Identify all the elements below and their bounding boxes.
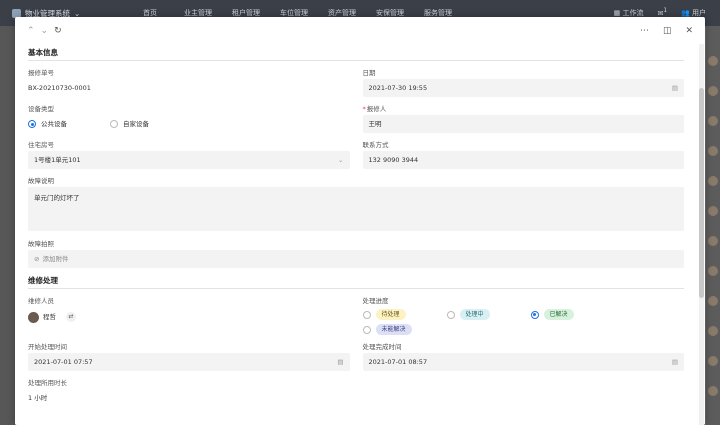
progress-label: 处理进度 [362,297,389,305]
radio-unselected-icon [446,310,455,319]
left-background-strip [0,26,15,425]
progress-option-processing[interactable]: 处理中 [446,309,531,320]
background-avatar [708,116,718,126]
repair-no-label: 报修单号 [28,69,54,77]
avatar [28,311,39,323]
progress-option-pending[interactable]: 待处理 [362,309,447,320]
date-value: 2021-07-30 19:55 [368,84,428,92]
add-attachment-button[interactable]: ⊘ 添加附件 [28,250,684,268]
chevron-down-icon: ⌄ [338,156,344,164]
background-avatar [708,266,718,276]
scrollbar[interactable] [699,44,704,425]
date-label: 日期 [362,69,376,77]
background-avatar [708,236,718,246]
fault-desc-textarea[interactable]: 单元门的灯坏了 [28,187,684,231]
device-type-option-private[interactable]: 自家设备 [110,115,149,133]
background-avatar [708,206,718,216]
chevron-down-icon[interactable]: ⌄ [41,26,49,36]
expand-icon[interactable]: ◫ [663,26,672,36]
dialog-body: 基本信息 报修单号 BX-20210730-0001 日期 2021-07-30… [15,44,697,425]
reporter-label: *报修人 [362,105,387,113]
calendar-icon: ▤ [671,84,678,92]
more-icon[interactable]: ⋯ [640,26,649,36]
refresh-icon[interactable]: ↻ [54,26,62,36]
right-background-strip [706,26,720,425]
date-field[interactable]: 2021-07-30 19:55 ▤ [362,79,684,97]
start-time-label: 开始处理时间 [28,343,67,351]
close-icon[interactable]: ✕ [685,26,693,36]
background-avatar [708,356,718,366]
contact-label: 联系方式 [362,141,389,149]
swap-icon[interactable]: ⇄ [66,312,76,322]
scrollbar-thumb[interactable] [699,88,704,298]
progress-radio-group: 待处理 处理中 已解决 未能解决 [362,309,685,335]
background-avatar [708,386,718,396]
radio-unselected-icon [362,325,371,334]
radio-unselected-icon [362,310,371,319]
calendar-icon: ▤ [671,358,678,366]
end-time-field[interactable]: 2021-07-01 08:57 ▤ [362,353,684,371]
room-select[interactable]: 1号楼1单元101 ⌄ [28,151,350,169]
attachment-icon: ⊘ [34,255,40,263]
section-basic-info: 基本信息 [28,44,684,61]
device-type-radio-group: 公共设备 自家设备 [28,115,350,133]
background-avatar [708,176,718,186]
background-avatar [708,146,718,156]
chevron-up-icon[interactable]: ⌃ [27,26,35,36]
reporter-field[interactable]: 王明 [362,115,684,133]
device-type-option-public[interactable]: 公共设备 [28,115,110,133]
duration-value: 1 小时 [28,394,48,402]
calendar-icon: ▤ [337,358,344,366]
device-type-label: 设备类型 [28,105,54,113]
repair-record-dialog: ⌃ ⌄ ↻ ⋯ ◫ ✕ 基本信息 报修单号 BX-20210730-0001 日… [15,17,705,425]
radio-selected-icon [530,310,539,319]
background-avatar [708,296,718,306]
required-mark: * [362,105,366,113]
radio-selected-icon [28,120,36,128]
background-avatar [708,86,718,96]
repair-no-value: BX-20210730-0001 [28,84,91,92]
repairer-label: 维修人员 [28,297,54,305]
dialog-header: ⌃ ⌄ ↻ ⋯ ◫ ✕ [15,17,705,44]
progress-option-unresolved[interactable]: 未能解决 [362,324,447,335]
room-label: 住宅房号 [28,141,54,149]
notification-badge: 1 [663,8,668,14]
end-time-label: 处理完成时间 [362,343,402,351]
start-time-field[interactable]: 2021-07-01 07:57 ▤ [28,353,350,371]
repairer-value: 程哲 ⇄ [28,307,350,327]
background-avatar [708,326,718,336]
progress-option-resolved[interactable]: 已解决 [530,309,615,320]
duration-label: 处理所用时长 [28,379,67,387]
fault-photo-label: 故障拍照 [28,240,54,248]
radio-unselected-icon [110,120,118,128]
section-repair-handling: 维修处理 [28,272,684,289]
background-avatar [708,56,718,66]
contact-field[interactable]: 132 9090 3944 [362,151,684,169]
fault-desc-label: 故障说明 [28,177,54,185]
